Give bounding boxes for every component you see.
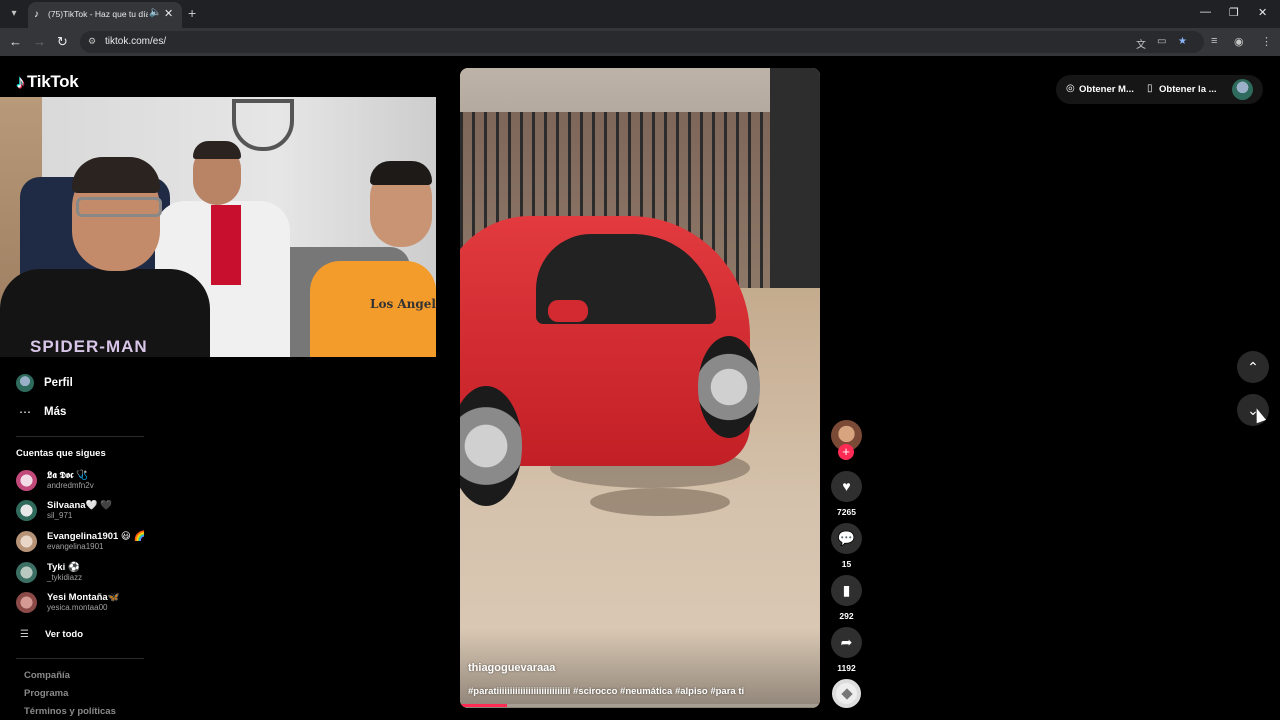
following-account[interactable]: Evangelina1901 😃 🌈 evangelina1901 [16, 529, 206, 555]
tab-title: (75)TikTok - Haz que tu día [48, 9, 148, 19]
new-tab-button[interactable]: + [188, 5, 196, 21]
tab-close-icon[interactable]: ✕ [164, 7, 173, 20]
get-coins-button[interactable]: Obtener M... [1079, 84, 1134, 95]
media-controls-icon[interactable]: ≡ [1211, 35, 1217, 47]
browser-tab-active[interactable]: ♪ (75)TikTok - Haz que tu día 🔈 ✕ [28, 2, 182, 28]
back-icon[interactable]: ← [9, 34, 22, 50]
account-name: Silvaana🤍 🖤 [47, 500, 112, 511]
address-url[interactable]: tiktok.com/es/ [105, 36, 166, 47]
avatar [16, 592, 37, 613]
tab-search-icon[interactable]: ▾ [5, 5, 23, 23]
account-name: 𝕷𝖆 𝕯𝖔𝖈 🩺 [47, 470, 88, 481]
video-progress-fill [460, 704, 507, 707]
top-actions-bar: ◎ Obtener M... ▯ Obtener la ... [1056, 75, 1263, 104]
browser-menu-icon[interactable]: ⋮ [1261, 35, 1272, 48]
video-car-wheel-rear [698, 336, 760, 438]
bookmark-star-icon[interactable]: ★ [1178, 36, 1187, 47]
see-all-label: Ver todo [45, 628, 84, 640]
video-car-mirror [548, 300, 588, 322]
comment-count: 15 [841, 559, 852, 569]
browser-separator [0, 56, 1280, 60]
profile-icon[interactable]: ◉ [1234, 35, 1244, 48]
like-heart-icon[interactable]: ♥ [831, 471, 862, 502]
tiktok-logo[interactable]: ♪ TikTok [16, 71, 79, 92]
video-caption[interactable]: #paratiiiiiiiiiiiiiiiiiiiiiiiiiiii #scir… [468, 686, 744, 697]
account-name: Yesi Montaña🦋 [47, 592, 120, 603]
share-arrow-icon[interactable]: ➦ [831, 627, 862, 658]
following-account[interactable]: 𝕷𝖆 𝕯𝖔𝖈 🩺 andredmfn2v [16, 468, 206, 494]
following-account[interactable]: Yesi Montaña🦋 yesica.montaa00 [16, 590, 206, 616]
orange-shirt-print: Los Angel [370, 297, 436, 311]
account-name: Evangelina1901 😃 🌈 [47, 531, 146, 542]
video-scene-dirt [590, 488, 730, 516]
avatar [16, 531, 37, 552]
cast-icon[interactable]: ▭ [1157, 36, 1166, 47]
logo-text: TikTok [27, 72, 79, 91]
browser-toolbar: ← → ↻ ⚙ tiktok.com/es/ 文 ▭ ★ ≡ ◉ ⋮ [0, 28, 1280, 56]
like-count: 7265 [837, 507, 856, 517]
nav-label-more: Más [44, 406, 67, 418]
follow-plus-icon[interactable]: + [838, 444, 854, 460]
music-disc-icon[interactable] [832, 679, 861, 708]
address-bar[interactable]: ⚙ tiktok.com/es/ 文 ▭ ★ [80, 31, 1204, 53]
account-name: Tyki ⚽ [47, 562, 80, 573]
comment-icon[interactable]: 💬 [831, 523, 862, 554]
webcam-person-right: Los Angel [300, 157, 436, 357]
account-username: andredmfn2v [47, 481, 94, 490]
nav-item-more[interactable]: ⋯ Más [16, 402, 66, 422]
avatar [16, 470, 37, 491]
sidebar-divider [16, 436, 144, 437]
browser-tab-strip: ▾ ♪ (75)TikTok - Haz que tu día 🔈 ✕ + — … [0, 0, 1280, 28]
following-account[interactable]: Silvaana🤍 🖤 sil_971 [16, 498, 206, 524]
share-count: 1192 [837, 663, 856, 673]
get-app-button[interactable]: Obtener la ... [1159, 84, 1217, 95]
account-username: _tykidiazz [47, 573, 83, 582]
footer-link-company[interactable]: Compañía [24, 670, 70, 681]
following-account[interactable]: Tyki ⚽ _tykidiazz [16, 560, 206, 586]
webcam-overlay: Los Angel SPIDER-MAN [0, 97, 436, 357]
shirt-print: SPIDER-MAN [30, 337, 148, 356]
video-author[interactable]: thiagoguevaraaa [468, 662, 555, 674]
footer-link-program[interactable]: Programa [24, 688, 68, 699]
nav-label-profile: Perfil [44, 377, 73, 389]
tiktok-note-icon: ♪ [16, 71, 25, 92]
avatar[interactable] [1232, 79, 1253, 100]
bookmark-icon[interactable]: ▮ [831, 575, 862, 606]
following-section-title: Cuentas que sigues [16, 448, 106, 459]
account-username: evangelina1901 [47, 542, 104, 551]
avatar [16, 500, 37, 521]
video-progress-bar[interactable] [460, 704, 820, 707]
restore-icon[interactable]: ❐ [1229, 6, 1239, 19]
translate-icon[interactable]: 文 [1136, 36, 1146, 51]
account-username: yesica.montaa00 [47, 603, 108, 612]
nav-item-profile[interactable]: Perfil [16, 373, 73, 393]
site-info-icon[interactable]: ⚙ [88, 36, 99, 47]
reload-icon[interactable]: ↻ [57, 34, 68, 50]
minimize-icon[interactable]: — [1200, 6, 1211, 18]
video-player[interactable]: thiagoguevaraaa #paratiiiiiiiiiiiiiiiiii… [460, 68, 820, 708]
sidebar-divider [16, 658, 144, 659]
list-icon: ☰ [20, 628, 29, 640]
tab-audio-icon[interactable]: 🔈 [149, 7, 161, 18]
account-username: sil_971 [47, 511, 73, 520]
avatar [16, 374, 34, 392]
footer-link-terms[interactable]: Términos y políticas [24, 706, 116, 717]
more-dots-icon: ⋯ [19, 405, 31, 419]
webcam-person-left: SPIDER-MAN [0, 157, 210, 357]
previous-video-button[interactable]: ⌃ [1237, 351, 1269, 383]
forward-icon[interactable]: → [33, 34, 46, 50]
save-count: 292 [839, 611, 854, 621]
phone-icon: ▯ [1147, 83, 1153, 94]
window-close-icon[interactable]: ✕ [1258, 6, 1267, 19]
coins-icon: ◎ [1066, 83, 1075, 94]
video-scene-house [770, 68, 820, 298]
see-all-button[interactable]: ☰ Ver todo [20, 627, 83, 641]
tiktok-favicon-icon: ♪ [34, 9, 39, 20]
avatar [16, 562, 37, 583]
